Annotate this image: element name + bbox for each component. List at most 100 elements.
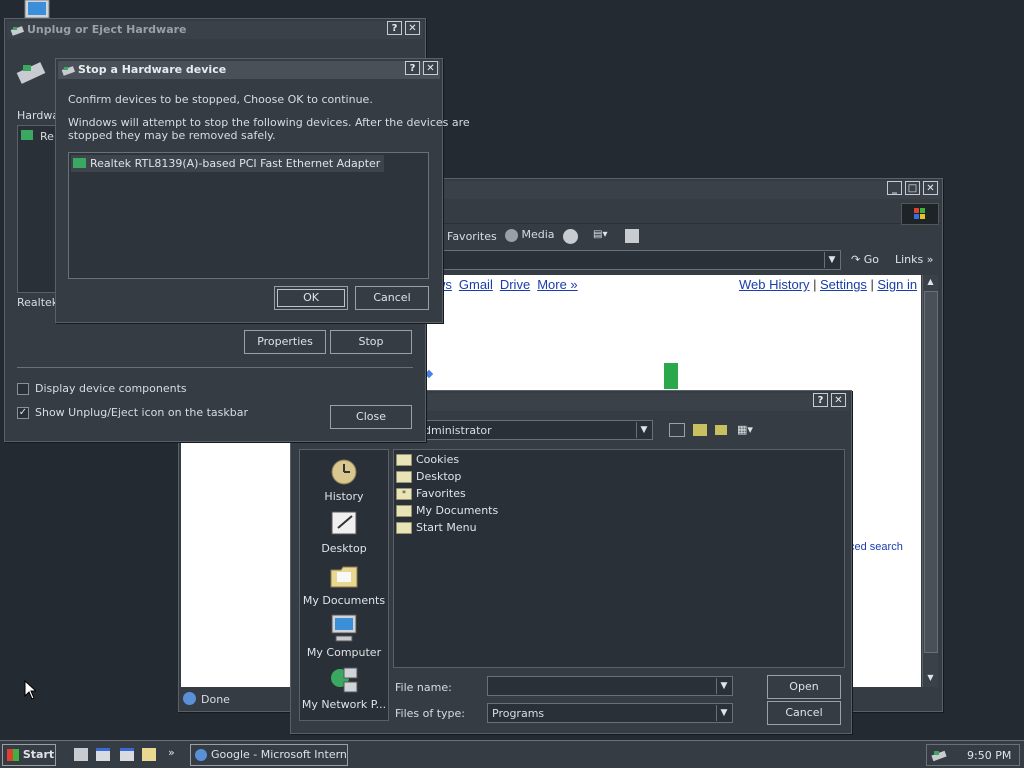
go-arrow-icon: ↷ xyxy=(851,253,861,266)
go-button[interactable]: ↷ Go xyxy=(851,253,879,266)
info-text-line2: stopped they may be removed safely. xyxy=(68,129,276,142)
place-my-documents[interactable]: My Documents xyxy=(301,560,387,607)
cancel-button[interactable]: Cancel xyxy=(355,286,429,310)
close-button[interactable]: ✕ xyxy=(923,181,938,195)
help-button[interactable]: ? xyxy=(387,21,402,35)
cancel-button[interactable]: Cancel xyxy=(767,701,841,725)
place-my-network[interactable]: My Network P... xyxy=(301,664,387,711)
ie-page-icon xyxy=(183,692,196,705)
file-item[interactable]: Desktop xyxy=(396,470,461,483)
clock[interactable]: 9:50 PM xyxy=(967,749,1011,762)
look-in-dropdown-arrow[interactable]: ▼ xyxy=(636,422,651,438)
show-icon-checkbox[interactable]: ✓ xyxy=(17,407,29,419)
print-icon[interactable] xyxy=(625,229,639,243)
properties-button[interactable]: Properties xyxy=(244,330,326,354)
confirm-text: Confirm devices to be stopped, Choose OK… xyxy=(68,93,373,106)
open-button[interactable]: Open xyxy=(767,675,841,699)
file-item[interactable]: Start Menu xyxy=(396,521,477,534)
hardware-list-item[interactable]: Re xyxy=(40,130,54,143)
nav-link-more[interactable]: More » xyxy=(537,277,577,292)
mail-icon[interactable]: ▤▾ xyxy=(593,229,615,243)
place-history[interactable]: History xyxy=(301,456,387,503)
search-web-icon[interactable] xyxy=(693,424,707,436)
desktop-icon xyxy=(328,508,360,540)
place-desktop[interactable]: Desktop xyxy=(301,508,387,555)
advanced-search-link[interactable]: ced search xyxy=(849,541,903,553)
show-desktop-icon[interactable] xyxy=(74,748,88,761)
stop-dialog-titlebar[interactable]: Stop a Hardware device xyxy=(58,61,440,79)
close-button[interactable]: ✕ xyxy=(423,61,438,75)
google-nav: ws Gmail Drive More » xyxy=(436,277,578,292)
view-menu-icon[interactable]: ▦▾ xyxy=(737,423,753,436)
file-item[interactable]: * Favorites xyxy=(396,487,466,500)
sign-in-link[interactable]: Sign in xyxy=(877,277,917,292)
file-item[interactable]: My Documents xyxy=(396,504,498,517)
scroll-up-arrow[interactable]: ▲ xyxy=(923,275,938,289)
help-button[interactable]: ? xyxy=(813,393,828,407)
account-links: Web History | Settings | Sign in xyxy=(739,277,918,292)
files-of-type-dropdown[interactable]: Programs ▼ xyxy=(487,703,733,723)
up-one-level-icon[interactable] xyxy=(669,423,685,437)
windows-logo-icon xyxy=(901,203,939,225)
page-scrollbar[interactable]: ▲ ▼ xyxy=(922,275,938,687)
device-status-text: Realtek xyxy=(17,296,59,309)
close-dialog-button[interactable]: Close xyxy=(330,405,412,429)
maximize-button[interactable]: □ xyxy=(905,181,920,195)
status-text: Done xyxy=(201,693,230,706)
eject-hardware-icon xyxy=(10,26,24,36)
my-computer-icon xyxy=(328,612,360,644)
file-item[interactable]: Cookies xyxy=(396,453,459,466)
monitor-icon xyxy=(24,0,50,19)
explorer-icon[interactable] xyxy=(142,748,156,761)
desktop-icon-my-computer[interactable] xyxy=(24,0,50,20)
minimize-button[interactable]: _ xyxy=(887,181,902,195)
files-of-type-dropdown-arrow[interactable]: ▼ xyxy=(716,705,731,721)
close-button[interactable]: ✕ xyxy=(405,21,420,35)
taskbar: Start » Google - Microsoft Intern... 9:5… xyxy=(0,740,1024,768)
display-components-checkbox[interactable] xyxy=(17,383,29,395)
web-history-link[interactable]: Web History xyxy=(739,277,810,292)
scroll-thumb[interactable] xyxy=(924,291,938,653)
favorites-button[interactable]: Favorites xyxy=(447,230,497,243)
nav-link-gmail[interactable]: Gmail xyxy=(459,277,493,292)
look-in-value: dministrator xyxy=(424,424,492,437)
place-my-computer[interactable]: My Computer xyxy=(301,612,387,659)
folder-icon xyxy=(396,454,412,466)
folder-icon xyxy=(396,505,412,517)
start-button[interactable]: Start xyxy=(2,744,56,766)
window-icon[interactable] xyxy=(120,748,134,761)
file-list[interactable]: Cookies Desktop * Favorites My Documents … xyxy=(393,449,845,668)
system-tray: 9:50 PM xyxy=(926,744,1020,766)
quick-launch-more-chevron[interactable]: » xyxy=(168,746,175,759)
hardware-list[interactable]: Re xyxy=(17,125,58,293)
address-dropdown-arrow[interactable]: ▼ xyxy=(824,252,839,268)
media-button[interactable]: Media xyxy=(505,228,555,242)
look-in-dropdown[interactable]: dministrator ▼ xyxy=(417,420,653,440)
nav-link-drive[interactable]: Drive xyxy=(500,277,530,292)
close-button[interactable]: ✕ xyxy=(831,393,846,407)
history-icon[interactable] xyxy=(563,229,578,244)
display-components-label: Display device components xyxy=(35,382,187,395)
unplug-titlebar[interactable]: Unplug or Eject Hardware xyxy=(7,21,423,39)
device-list-item[interactable]: Realtek RTL8139(A)-based PCI Fast Ethern… xyxy=(71,155,385,172)
window-icon[interactable] xyxy=(96,748,110,761)
files-of-type-value: Programs xyxy=(492,707,545,720)
network-card-icon xyxy=(73,158,86,168)
taskbar-item-google-ie[interactable]: Google - Microsoft Intern... xyxy=(190,744,348,766)
info-text-line1: Windows will attempt to stop the followi… xyxy=(68,116,470,129)
links-button[interactable]: Links » xyxy=(895,253,934,266)
new-folder-icon[interactable] xyxy=(715,425,727,435)
help-button[interactable]: ? xyxy=(405,61,420,75)
device-list[interactable]: Realtek RTL8139(A)-based PCI Fast Ethern… xyxy=(68,152,429,279)
scroll-down-arrow[interactable]: ▼ xyxy=(923,671,938,685)
file-name-input[interactable]: ▼ xyxy=(487,676,733,696)
file-name-dropdown-arrow[interactable]: ▼ xyxy=(716,678,731,694)
ok-button[interactable]: OK xyxy=(274,286,348,310)
divider xyxy=(17,367,413,368)
files-of-type-label: Files of type: xyxy=(395,707,466,720)
eject-hardware-icon xyxy=(61,66,75,76)
file-name-label: File name: xyxy=(395,681,452,694)
stop-button[interactable]: Stop xyxy=(330,330,412,354)
settings-link[interactable]: Settings xyxy=(820,277,867,292)
eject-hardware-tray-icon[interactable] xyxy=(931,748,947,762)
